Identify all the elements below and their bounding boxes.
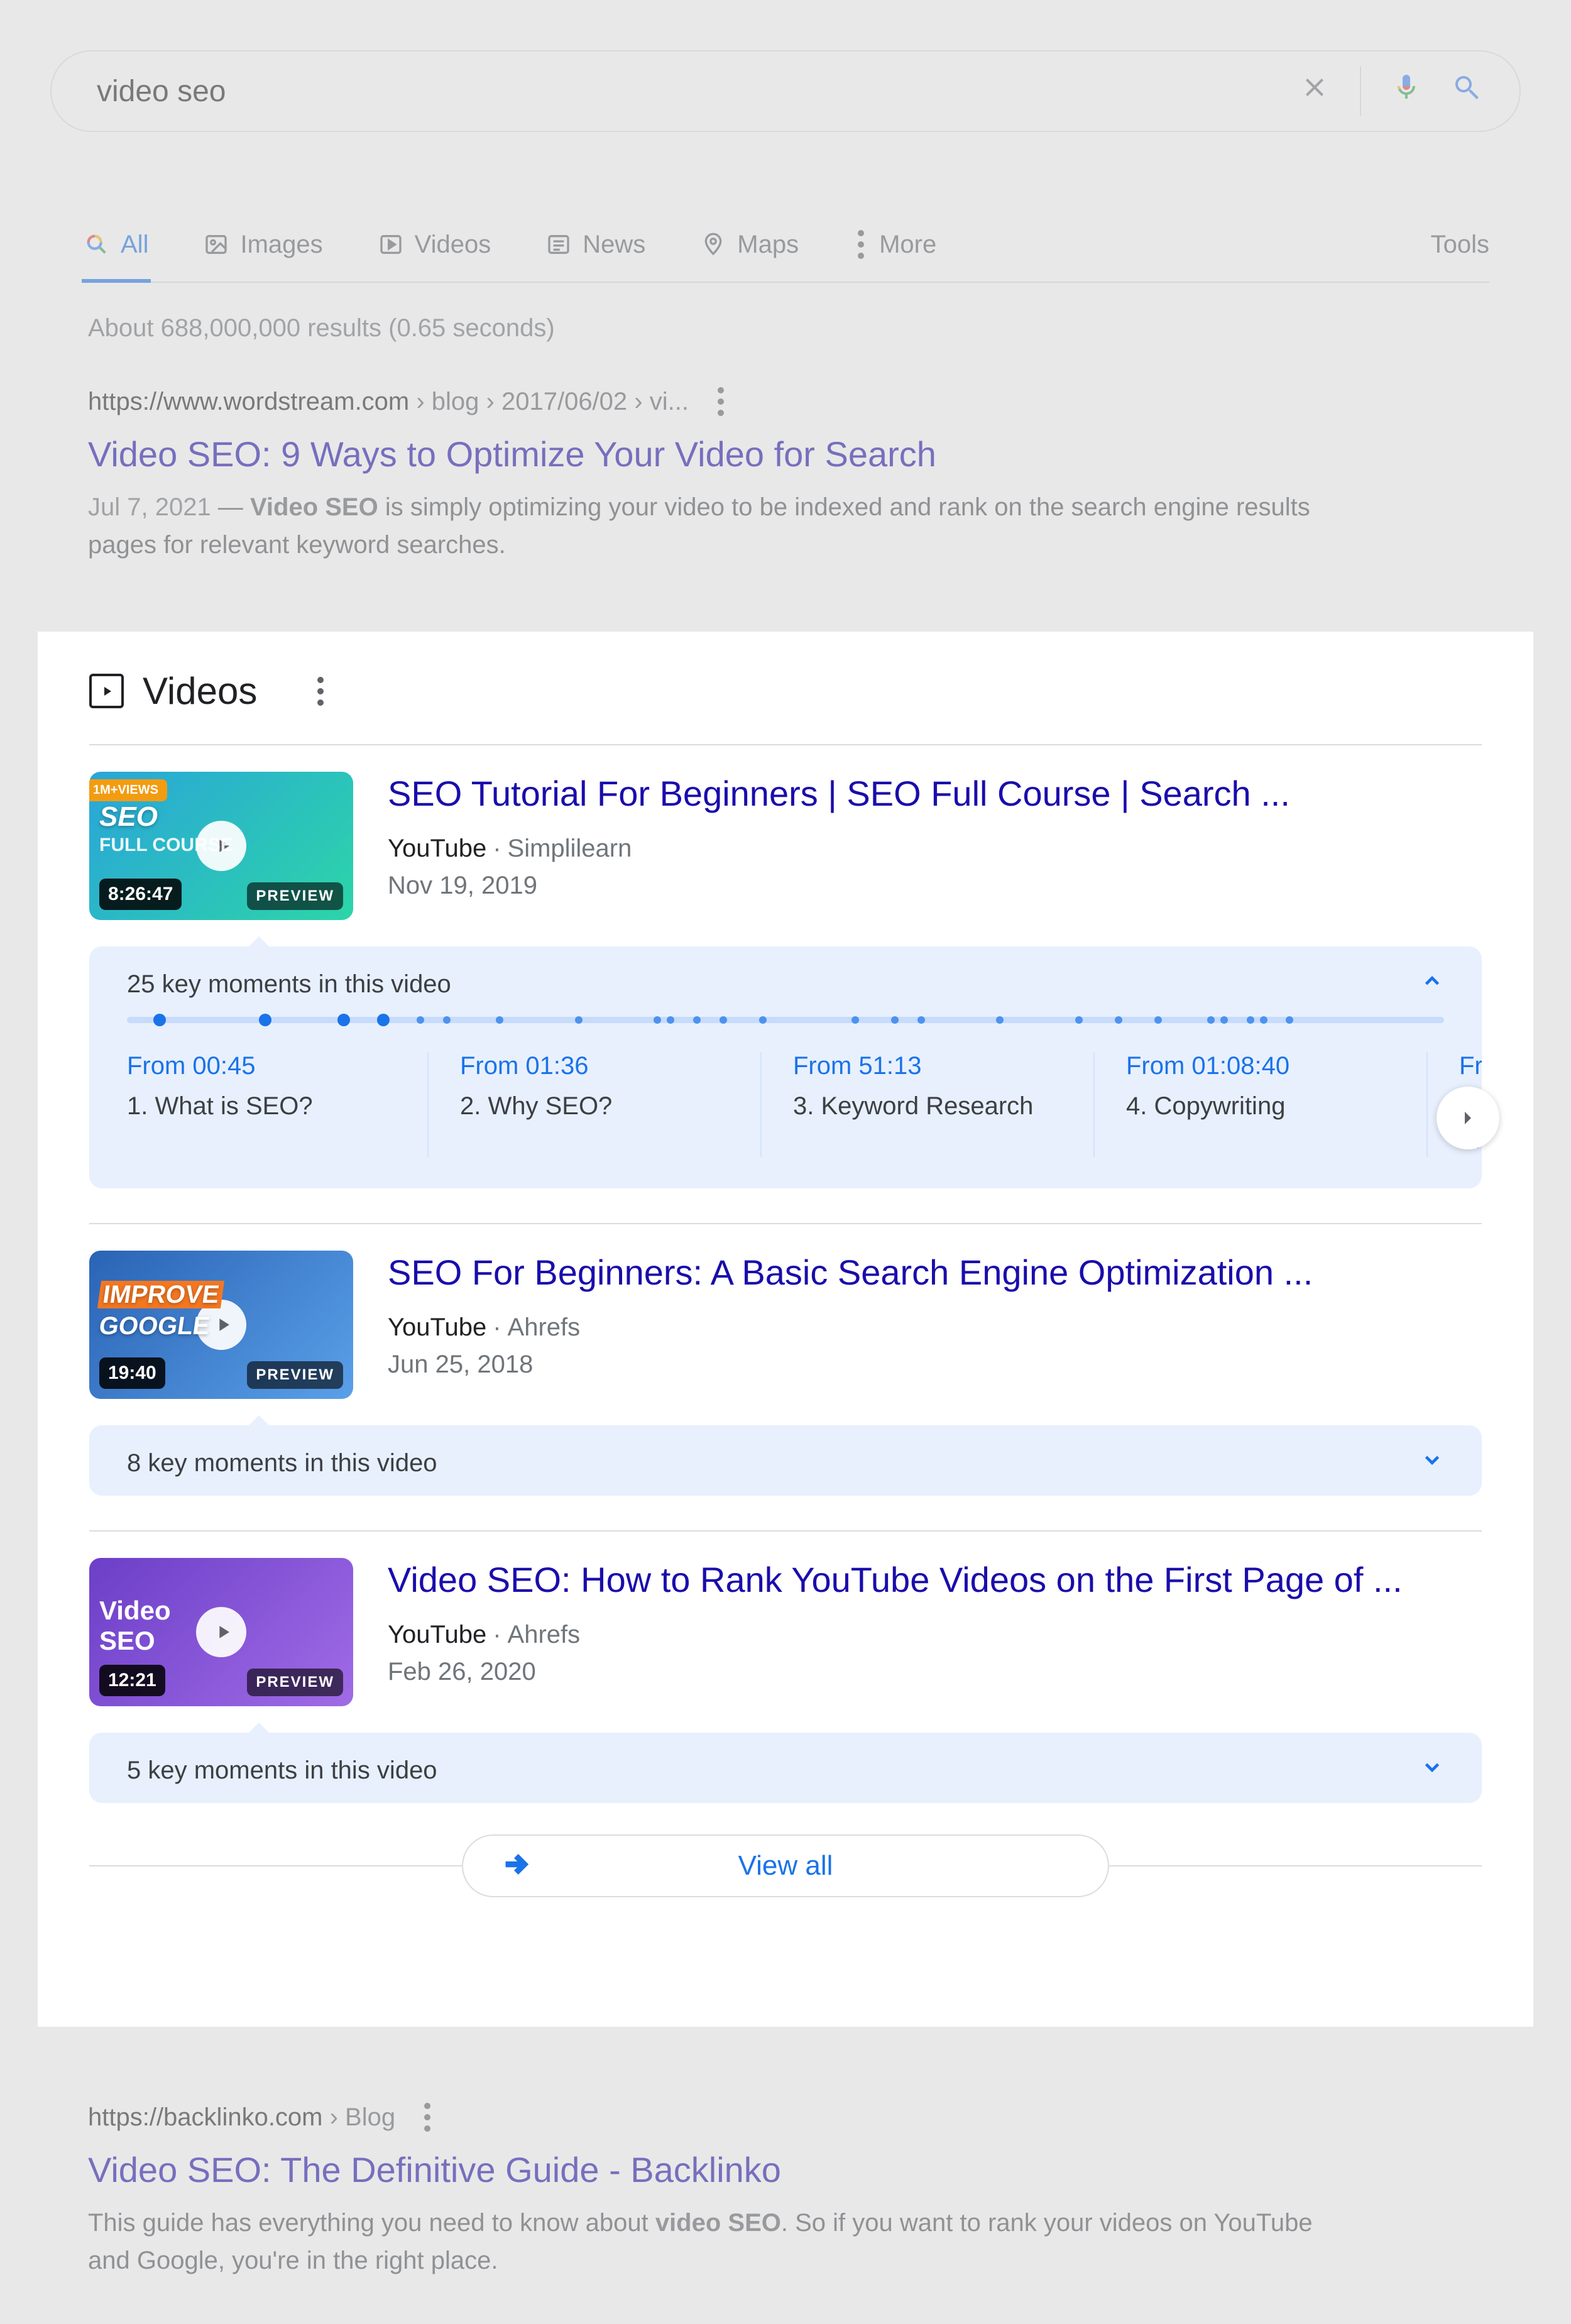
key-moment-time: From 00:45: [127, 1052, 396, 1080]
tab-all[interactable]: All: [82, 207, 151, 282]
tab-images[interactable]: Images: [201, 207, 325, 282]
thumb-bg-text: VideoSEO: [99, 1596, 171, 1656]
key-moment-time: From 51:13: [793, 1052, 1062, 1080]
play-icon: [378, 232, 403, 257]
video-duration: 8:26:47: [99, 879, 182, 910]
video-date: Feb 26, 2020: [388, 1658, 1482, 1686]
result-title[interactable]: Video SEO: 9 Ways to Optimize Your Video…: [88, 434, 1408, 474]
key-moments-track[interactable]: [127, 1017, 1444, 1023]
divider: [1360, 66, 1361, 116]
videos-section: Videos 1M+VIEWS SEO FULL COURSE 8:26:47 …: [38, 632, 1533, 2027]
magnifier-icon: [84, 232, 109, 257]
key-moment-label: 4. Copywriting: [1126, 1089, 1395, 1123]
video-result: VideoSEO 12:21 PREVIEW Video SEO: How to…: [89, 1532, 1482, 1706]
key-moments-summary[interactable]: 25 key moments in this video: [127, 970, 451, 999]
search-tabs: All Images Videos News Maps More Tools: [82, 207, 1489, 283]
image-icon: [204, 232, 229, 257]
thumb-bg-text: IMPROVE: [97, 1282, 224, 1307]
view-all-label: View all: [738, 1850, 833, 1882]
news-icon: [546, 232, 571, 257]
result-menu-icon[interactable]: [420, 2099, 434, 2135]
video-date: Nov 19, 2019: [388, 872, 1482, 900]
video-result: IMPROVE GOOGLE 19:40 PREVIEW SEO For Beg…: [89, 1224, 1482, 1399]
preview-badge: PREVIEW: [247, 1669, 343, 1696]
thumb-bg-text2: GOOGLE: [97, 1313, 211, 1339]
key-moment-time: From 01:22: [1459, 1052, 1482, 1080]
key-moment[interactable]: From 00:45 1. What is SEO?: [127, 1052, 429, 1157]
thumb-bg-text2: FULL COURSE: [99, 835, 233, 856]
result-url[interactable]: https://www.wordstream.com › blog › 2017…: [88, 388, 689, 416]
tab-label: Images: [240, 231, 322, 259]
video-thumbnail[interactable]: IMPROVE GOOGLE 19:40 PREVIEW: [89, 1251, 353, 1399]
view-all-button[interactable]: View all: [462, 1834, 1109, 1897]
chevron-down-icon[interactable]: [1420, 1755, 1444, 1785]
key-moments-list: From 00:45 1. What is SEO? From 01:36 2.…: [89, 1033, 1482, 1188]
tab-label: More: [879, 231, 936, 259]
chevron-down-icon[interactable]: [1420, 1448, 1444, 1478]
key-moments-expanded: 25 key moments in this video From 00:45 …: [89, 946, 1482, 1188]
preview-badge: PREVIEW: [247, 882, 343, 910]
clear-icon[interactable]: [1300, 72, 1330, 110]
key-moment[interactable]: From 01:36 2. Why SEO?: [460, 1052, 762, 1157]
search-result: https://backlinko.com › Blog Video SEO: …: [88, 2099, 1376, 2279]
tab-label: Maps: [737, 231, 799, 259]
video-source: YouTube·Ahrefs: [388, 1313, 1482, 1342]
tab-videos[interactable]: Videos: [376, 207, 494, 282]
key-moment-time: From 01:08:40: [1126, 1052, 1395, 1080]
chevron-up-icon[interactable]: [1420, 969, 1444, 999]
key-moment-label: 3. Keyword Research: [793, 1089, 1062, 1123]
tab-more[interactable]: More: [851, 207, 939, 282]
video-source: YouTube·Ahrefs: [388, 1621, 1482, 1649]
result-title[interactable]: Video SEO: The Definitive Guide - Backli…: [88, 2149, 1376, 2190]
thumb-tag: 1M+VIEWS: [89, 779, 167, 801]
key-moments-summary: 5 key moments in this video: [127, 1757, 437, 1785]
video-duration: 19:40: [99, 1357, 165, 1389]
play-icon: [196, 1607, 246, 1657]
preview-badge: PREVIEW: [247, 1361, 343, 1389]
pin-icon: [701, 232, 726, 257]
tab-label: Videos: [415, 231, 491, 259]
tab-maps[interactable]: Maps: [698, 207, 801, 282]
video-thumbnail[interactable]: 1M+VIEWS SEO FULL COURSE 8:26:47 PREVIEW: [89, 772, 353, 920]
search-input[interactable]: [96, 74, 1281, 109]
arrow-right-icon: [501, 1850, 529, 1882]
video-date: Jun 25, 2018: [388, 1351, 1482, 1379]
more-icon: [854, 226, 868, 263]
play-box-icon: [89, 674, 124, 708]
result-menu-icon[interactable]: [714, 383, 728, 420]
key-moment-time: From 01:36: [460, 1052, 729, 1080]
key-moment[interactable]: From 01:08:40 4. Copywriting: [1126, 1052, 1428, 1157]
videos-menu-icon[interactable]: [314, 673, 327, 710]
thumb-bg-text: SEO: [99, 803, 158, 831]
key-moments-next-button[interactable]: [1437, 1087, 1499, 1149]
key-moment-label: 1. What is SEO?: [127, 1089, 396, 1123]
video-title[interactable]: Video SEO: How to Rank YouTube Videos on…: [388, 1558, 1482, 1602]
search-bar[interactable]: [50, 50, 1521, 132]
result-stats: About 688,000,000 results (0.65 seconds): [88, 314, 555, 343]
videos-heading: Videos: [89, 669, 1482, 713]
view-all-row: View all: [89, 1834, 1482, 1897]
key-moments-collapsed[interactable]: 5 key moments in this video: [89, 1733, 1482, 1803]
video-duration: 12:21: [99, 1665, 165, 1696]
tools-button[interactable]: Tools: [1431, 231, 1489, 259]
videos-heading-label: Videos: [143, 669, 257, 713]
video-title[interactable]: SEO Tutorial For Beginners | SEO Full Co…: [388, 772, 1482, 816]
tab-label: News: [583, 231, 645, 259]
tab-news[interactable]: News: [544, 207, 648, 282]
tab-label: All: [121, 231, 148, 259]
key-moment-label: 2. Why SEO?: [460, 1089, 729, 1123]
result-url[interactable]: https://backlinko.com › Blog: [88, 2103, 395, 2132]
video-source: YouTube·Simplilearn: [388, 835, 1482, 863]
result-snippet: Jul 7, 2021 — Video SEO is simply optimi…: [88, 488, 1345, 564]
key-moments-collapsed[interactable]: 8 key moments in this video: [89, 1425, 1482, 1496]
search-icon[interactable]: [1452, 72, 1482, 110]
result-snippet: This guide has everything you need to kn…: [88, 2204, 1345, 2279]
video-title[interactable]: SEO For Beginners: A Basic Search Engine…: [388, 1251, 1482, 1295]
key-moments-summary: 8 key moments in this video: [127, 1449, 437, 1477]
voice-search-icon[interactable]: [1391, 72, 1421, 110]
key-moment[interactable]: From 51:13 3. Keyword Research: [793, 1052, 1095, 1157]
video-thumbnail[interactable]: VideoSEO 12:21 PREVIEW: [89, 1558, 353, 1706]
search-result: https://www.wordstream.com › blog › 2017…: [88, 383, 1408, 564]
video-result: 1M+VIEWS SEO FULL COURSE 8:26:47 PREVIEW…: [89, 745, 1482, 920]
